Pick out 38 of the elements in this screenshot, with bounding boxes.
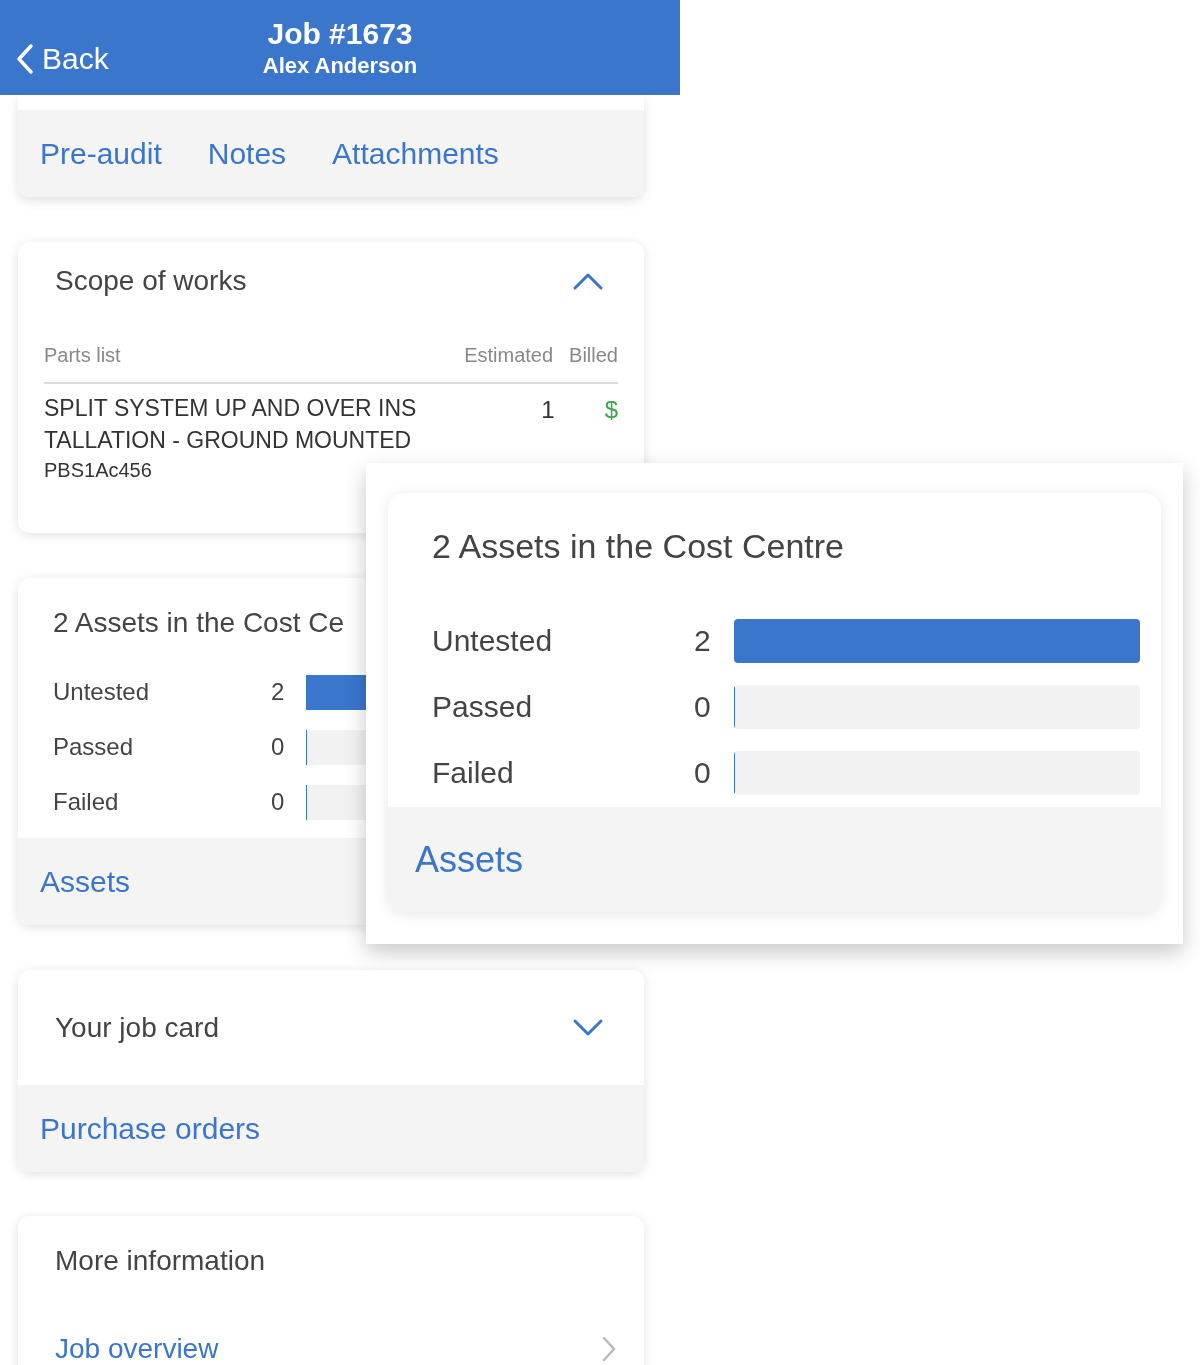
- tab-link[interactable]: Notes: [207, 131, 287, 176]
- status-count: 0: [694, 689, 712, 725]
- column-header: Billed: [569, 343, 618, 368]
- status-label: Failed: [53, 787, 120, 817]
- chevron-down-icon[interactable]: [572, 1017, 604, 1038]
- column-header: Estimated: [464, 343, 554, 368]
- part-name: TALLATION - GROUND MOUNTED: [44, 426, 413, 455]
- part-code: PBS1Ac456: [44, 458, 153, 483]
- status-count: 0: [694, 755, 712, 791]
- column-header: Parts list: [44, 343, 122, 368]
- section-title: 2 Assets in the Cost Ce: [53, 607, 345, 638]
- status-label: Failed: [432, 755, 515, 791]
- section-title: 2 Assets in the Cost Centre: [432, 527, 844, 565]
- status-count: 2: [271, 677, 286, 707]
- billed-value: $: [604, 395, 618, 422]
- status-count: 2: [694, 623, 712, 659]
- assets-link[interactable]: Assets: [40, 859, 131, 904]
- chevron-up-icon[interactable]: [572, 271, 604, 291]
- back-button[interactable]: Back: [16, 36, 109, 81]
- status-count: 0: [271, 787, 286, 817]
- estimated-value: 1: [541, 395, 555, 422]
- assets-link[interactable]: Assets: [415, 832, 524, 887]
- tab-link[interactable]: Attachments: [332, 131, 499, 176]
- tab-link[interactable]: Pre-audit: [40, 131, 162, 176]
- section-title: More information: [55, 1245, 266, 1276]
- section-title: Scope of works: [55, 264, 247, 298]
- status-label: Untested: [432, 623, 554, 659]
- purchase-orders-link[interactable]: Purchase orders: [40, 1106, 261, 1151]
- status-label: Untested: [53, 677, 151, 707]
- customer-name: Alex Anderson: [262, 51, 418, 80]
- status-label: Passed: [432, 689, 534, 725]
- back-chevron-icon: [16, 42, 34, 75]
- part-name: SPLIT SYSTEM UP AND OVER INS: [44, 394, 418, 423]
- job-title: Job #1673: [267, 15, 413, 52]
- job-overview-link[interactable]: Job overview: [55, 1328, 219, 1365]
- section-title: Your job card: [55, 1010, 219, 1045]
- status-count: 0: [271, 732, 286, 762]
- status-label: Passed: [53, 732, 135, 762]
